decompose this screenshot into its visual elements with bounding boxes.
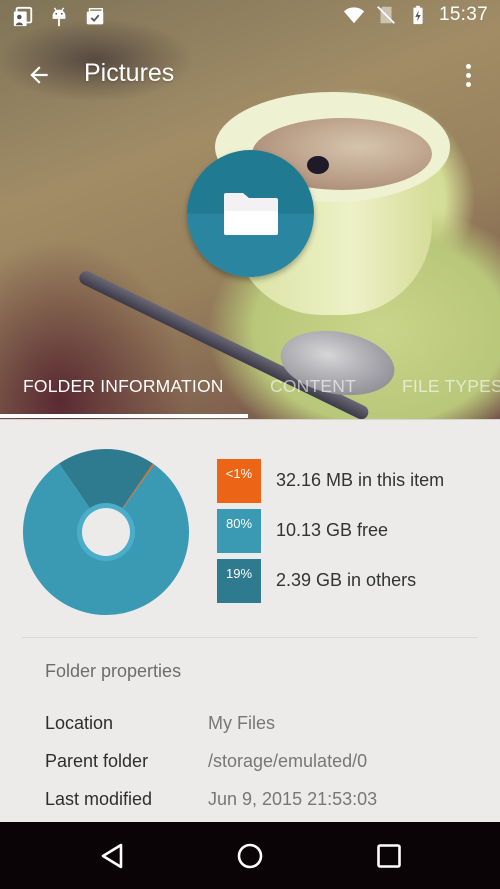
tab-indicator xyxy=(0,414,248,418)
nav-recents-button[interactable] xyxy=(371,840,407,872)
tab-content[interactable]: CONTENT xyxy=(270,376,356,397)
battery-charging-icon xyxy=(413,5,423,25)
storage-donut-chart xyxy=(23,449,190,615)
legend-item-this-item: <1% 32.16 MB in this item xyxy=(217,459,444,509)
property-row-location: Location My Files xyxy=(45,713,275,734)
donut-hole xyxy=(82,508,130,556)
system-nav-bar xyxy=(0,822,500,889)
arrow-back-icon xyxy=(30,66,48,84)
photo-coffee-bean xyxy=(307,156,329,174)
property-value: My Files xyxy=(208,713,275,733)
tab-file-types[interactable]: FILE TYPES xyxy=(402,376,500,397)
section-divider xyxy=(22,637,478,638)
app-root: 15:37 Pictures FOLDER INFORMATION CONTEN… xyxy=(0,0,500,889)
property-label: Parent folder xyxy=(45,751,149,771)
nav-home-button[interactable] xyxy=(232,840,268,872)
legend-swatch: <1% xyxy=(217,459,261,503)
clipboard-check-icon xyxy=(86,8,104,25)
property-value: Jun 9, 2015 21:53:03 xyxy=(208,789,378,809)
folder-badge xyxy=(187,150,314,277)
no-sim-icon xyxy=(377,6,395,24)
legend-label: 2.39 GB in others xyxy=(276,570,417,590)
property-row-parent-folder: Parent folder/storage/emulated/0 xyxy=(45,751,367,772)
legend-label: 32.16 MB in this item xyxy=(276,470,445,490)
android-debug-icon xyxy=(52,7,66,27)
header-image: 15:37 Pictures FOLDER INFORMATION CONTEN… xyxy=(0,0,500,419)
home-nav-icon xyxy=(237,843,263,869)
more-vert-icon xyxy=(465,63,471,69)
image-sync-icon xyxy=(13,6,33,27)
back-nav-icon xyxy=(101,843,123,869)
legend-item-free: 80% 10.13 GB free xyxy=(217,509,444,559)
back-button[interactable] xyxy=(22,58,56,92)
toolbar: Pictures xyxy=(0,44,500,106)
tab-bar: FOLDER INFORMATION CONTENT FILE TYPES xyxy=(0,368,500,419)
property-row-last-modified: Last modified Jun 9, 2015 21:53:03 xyxy=(45,789,377,810)
storage-legend: <1% 32.16 MB in this item 80% 10.13 GB f… xyxy=(217,459,444,609)
section-title-folder-properties: Folder properties xyxy=(45,661,182,681)
more-options-button[interactable] xyxy=(454,60,482,90)
status-bar: 15:37 xyxy=(0,0,500,36)
clock: 15:37 xyxy=(438,4,488,25)
wifi-icon xyxy=(343,7,365,24)
property-value: /storage/emulated/0 xyxy=(208,751,368,771)
folder-information-panel: <1% 32.16 MB in this item 80% 10.13 GB f… xyxy=(0,419,500,822)
property-label: Last modified xyxy=(45,789,153,809)
property-label: Location xyxy=(45,713,114,733)
recents-nav-icon xyxy=(377,844,401,868)
nav-back-button[interactable] xyxy=(94,840,130,872)
tab-folder-information[interactable]: FOLDER INFORMATION xyxy=(23,376,224,397)
page-title: Pictures xyxy=(84,59,175,87)
legend-item-others: 19% 2.39 GB in others xyxy=(217,559,444,609)
legend-swatch: 19% xyxy=(217,559,261,603)
legend-swatch: 80% xyxy=(217,509,261,553)
legend-label: 10.13 GB free xyxy=(276,520,389,540)
folder-icon xyxy=(223,192,278,235)
